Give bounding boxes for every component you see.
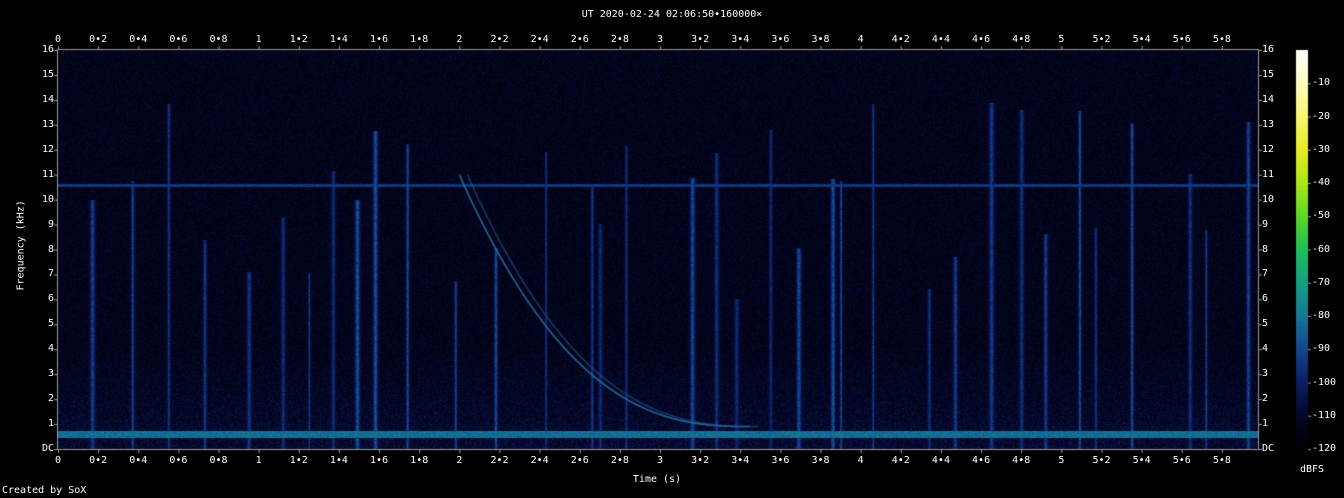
colorbar-tick: -60 — [1312, 243, 1331, 255]
y-tick-right: 9 — [1262, 218, 1269, 230]
y-tick-left: 15 — [41, 68, 54, 80]
y-tick-left: 10 — [41, 193, 54, 205]
y-tick-right: 3 — [1262, 368, 1269, 380]
y-tick-left: 16 — [41, 44, 54, 55]
colorbar-tick: -80 — [1312, 310, 1331, 321]
colorbar-tick: -50 — [1312, 210, 1331, 222]
y-tick-left: 7 — [47, 268, 54, 280]
x-tick-bottom: 5•8 — [1212, 455, 1231, 466]
y-tick-right: 7 — [1262, 268, 1269, 280]
colorbar-tick: -30 — [1312, 143, 1331, 155]
y-tick-left: 3 — [47, 368, 54, 380]
y-tick-right: 8 — [1262, 243, 1269, 255]
y-tick-left: 5 — [47, 318, 54, 330]
y-tick-right: 12 — [1262, 143, 1275, 155]
y-tick-right: 13 — [1262, 118, 1275, 130]
footer-credit: Created by SoX — [2, 485, 87, 496]
y-tick-right: 14 — [1262, 93, 1275, 105]
y-tick-left: DC — [41, 443, 54, 454]
x-axis-label: Time (s) — [632, 474, 682, 485]
colorbar-tick: -100 — [1312, 376, 1337, 388]
y-tick-right: 2 — [1262, 393, 1269, 405]
colorbar-tick: -120 — [1312, 443, 1337, 454]
y-tick-left: 4 — [47, 343, 54, 355]
y-tick-right: 5 — [1262, 318, 1269, 330]
y-tick-left: 8 — [47, 243, 54, 255]
colorbar-tick: -70 — [1312, 276, 1331, 288]
y-tick-right: 1 — [1262, 418, 1269, 430]
colorbar-tick: -90 — [1312, 343, 1331, 355]
y-tick-right: 10 — [1262, 193, 1275, 205]
x-tick-top: 5•8 — [1212, 34, 1231, 45]
colorbar-unit-label: dBFS — [1300, 464, 1325, 475]
y-tick-left: 2 — [47, 393, 54, 405]
y-tick-left: 9 — [47, 218, 54, 230]
y-tick-left: 12 — [41, 143, 54, 155]
y-tick-right: 6 — [1262, 293, 1269, 305]
colorbar-tick: -110 — [1312, 409, 1337, 421]
y-tick-left: 6 — [47, 293, 54, 305]
chart-title: UT 2020-02-24 02:06:50•160000× — [581, 9, 763, 20]
y-tick-right: DC — [1262, 443, 1275, 454]
y-tick-left: 11 — [41, 168, 54, 180]
colorbar-tick: -10 — [1312, 77, 1331, 89]
y-tick-right: 15 — [1262, 68, 1275, 80]
colorbar-tick: -40 — [1312, 177, 1331, 188]
y-tick-right: 11 — [1262, 168, 1275, 180]
y-tick-right: 4 — [1262, 343, 1269, 355]
colorbar-tick: -20 — [1312, 110, 1331, 122]
y-tick-left: 14 — [41, 93, 54, 105]
y-tick-left: 13 — [41, 118, 54, 130]
y-tick-right: 16 — [1262, 44, 1275, 55]
y-tick-left: 1 — [47, 418, 54, 430]
spectrogram-canvas — [0, 0, 1344, 498]
